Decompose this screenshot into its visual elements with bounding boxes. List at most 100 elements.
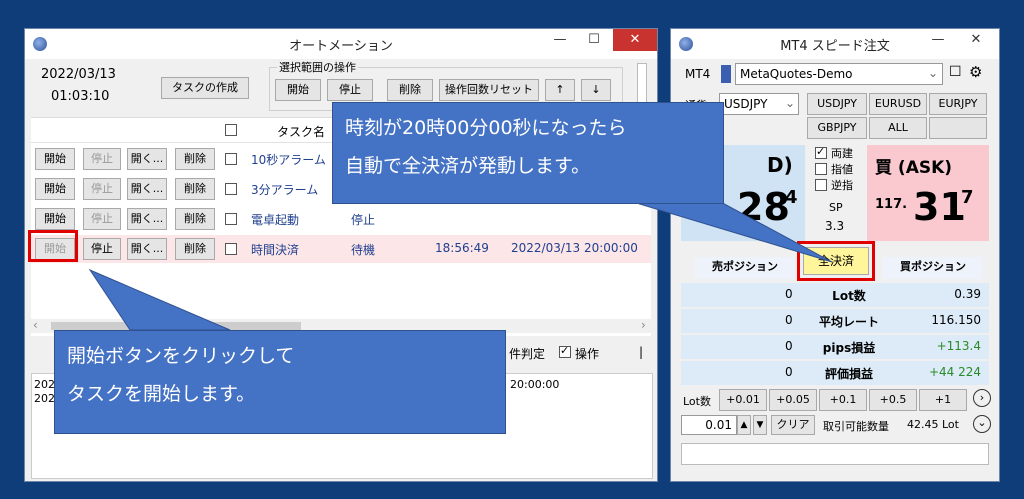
operation-extra: |: [639, 345, 644, 359]
lot-add-0.01-button[interactable]: +0.01: [719, 389, 767, 411]
task-stop-button[interactable]: 停止: [83, 238, 121, 260]
limit-checkbox[interactable]: [815, 163, 827, 175]
mt4-titlebar[interactable]: MT4 スピード注文 — ✕: [671, 29, 999, 59]
callout-bottom-line2: タスクを開始します。: [67, 383, 256, 405]
mt4-close-icon[interactable]: ✕: [959, 29, 993, 51]
table-row[interactable]: 開始 停止 開く... 削除 時間決済 待機 18:56:49 2022/03/13 20:0…: [31, 235, 651, 263]
stat-left-value: 0: [785, 287, 793, 301]
task-open-button[interactable]: 開く...: [127, 178, 167, 200]
stat-right-value: +113.4: [936, 339, 981, 353]
range-delete-button[interactable]: 削除: [387, 79, 433, 101]
lot-up-button[interactable]: ▲: [737, 415, 751, 435]
lot-value: 0.01: [705, 418, 732, 432]
bid-price-main: 28: [737, 185, 790, 229]
lot-add-0.05-button[interactable]: +0.05: [769, 389, 817, 411]
both-label: 両建: [831, 147, 853, 160]
stop-checkbox[interactable]: [815, 179, 827, 191]
close-icon[interactable]: ✕: [613, 29, 657, 51]
pair-eurusd-button[interactable]: EURUSD: [869, 93, 927, 115]
account-color-swatch: [721, 65, 731, 83]
close-all-button[interactable]: 全決済: [803, 247, 869, 275]
task-checkbox[interactable]: [225, 243, 237, 255]
mt4-minimize-icon[interactable]: —: [921, 29, 955, 51]
pair-empty-button[interactable]: [929, 117, 987, 139]
task-start-button[interactable]: 開始: [35, 208, 75, 230]
reset-count-button[interactable]: 操作回数リセット: [439, 79, 539, 101]
create-task-button[interactable]: タスクの作成: [161, 77, 249, 99]
task-name: 10秒アラーム: [251, 153, 326, 167]
pair-eurjpy-button[interactable]: EURJPY: [929, 93, 987, 115]
scroll-thumb[interactable]: [51, 322, 301, 330]
task-checkbox[interactable]: [225, 183, 237, 195]
expand-down-icon[interactable]: ⌄: [973, 415, 991, 433]
lot-label: Lot数: [683, 395, 711, 408]
currency-select[interactable]: USDJPY ⌄: [719, 93, 799, 115]
chevron-right-icon[interactable]: ›: [973, 389, 991, 407]
log-time: 20:00:00: [510, 378, 560, 391]
task-stop-button[interactable]: 停止: [83, 178, 121, 200]
task-open-button[interactable]: 開く...: [127, 208, 167, 230]
pair-all-button[interactable]: ALL: [869, 117, 927, 139]
current-time: 01:03:10: [51, 89, 110, 104]
task-start-button[interactable]: 開始: [35, 148, 75, 170]
maximize-icon[interactable]: ☐: [577, 29, 611, 51]
task-delete-button[interactable]: 削除: [175, 148, 215, 170]
task-checkbox[interactable]: [225, 153, 237, 165]
operation-checkbox[interactable]: [559, 344, 571, 358]
ask-panel[interactable]: 買 (ASK) 117. 31 7: [867, 145, 989, 241]
callout-bottom: 開始ボタンをクリックして タスクを開始します。: [54, 330, 506, 434]
stats-row: 0 pips損益 +113.4: [681, 335, 989, 359]
range-group-label: 選択範囲の操作: [277, 59, 358, 75]
minimize-icon[interactable]: —: [543, 29, 577, 51]
currency-chevron-icon: ⌄: [784, 96, 795, 110]
lot-add-0.1-button[interactable]: +0.1: [819, 389, 867, 411]
gear-icon[interactable]: ⚙: [969, 63, 982, 81]
range-stop-button[interactable]: 停止: [327, 79, 373, 101]
lot-add-0.5-button[interactable]: +0.5: [869, 389, 917, 411]
task-checkbox[interactable]: [225, 213, 237, 225]
range-start-button[interactable]: 開始: [275, 79, 321, 101]
pair-gbpjpy-button[interactable]: GBPJPY: [807, 117, 867, 139]
scroll-right-icon[interactable]: ›: [641, 318, 646, 332]
lot-down-button[interactable]: ▼: [753, 415, 767, 435]
automation-titlebar[interactable]: オートメーション — ☐ ✕: [25, 29, 657, 59]
task-name: 3分アラーム: [251, 183, 319, 197]
limit-label: 指値: [831, 163, 853, 176]
stat-left-value: 0: [785, 339, 793, 353]
window-icon[interactable]: ☐: [949, 64, 962, 80]
log-line: 202: [34, 392, 55, 405]
table-row[interactable]: 開始 停止 開く... 削除 電卓起動 停止: [31, 205, 651, 233]
move-up-button[interactable]: ↑: [545, 79, 575, 101]
mt4-status-input[interactable]: [681, 443, 989, 465]
tradable-label: 取引可能数量: [823, 420, 889, 433]
move-down-button[interactable]: ↓: [581, 79, 611, 101]
task-delete-button[interactable]: 削除: [175, 238, 215, 260]
lot-clear-button[interactable]: クリア: [771, 415, 815, 435]
pair-usdjpy-button[interactable]: USDJPY: [807, 93, 867, 115]
buy-position-button[interactable]: 買ポジション: [883, 257, 983, 279]
task-stop-button[interactable]: 停止: [83, 148, 121, 170]
stat-left-value: 0: [785, 365, 793, 379]
select-all-checkbox[interactable]: [225, 124, 237, 136]
callout-top-line2: 自動で全決済が発動します。: [345, 155, 591, 177]
task-stop-button[interactable]: 停止: [83, 208, 121, 230]
sp-value: 3.3: [825, 219, 845, 233]
both-checkbox[interactable]: [815, 145, 827, 159]
lot-input[interactable]: 0.01: [681, 415, 737, 435]
task-status: 待機: [351, 243, 376, 257]
task-datetime: 2022/03/13 20:00:00: [511, 241, 638, 255]
account-select[interactable]: MetaQuotes-Demo ⌄: [735, 63, 943, 85]
task-delete-button[interactable]: 削除: [175, 208, 215, 230]
stat-right-value: +44 224: [928, 365, 981, 379]
stat-right-value: 116.150: [931, 313, 981, 327]
ask-price-main: 31: [913, 185, 966, 229]
task-delete-button[interactable]: 削除: [175, 178, 215, 200]
account-value: MetaQuotes-Demo: [740, 67, 853, 81]
stat-label: Lot数: [832, 289, 866, 303]
sell-position-button[interactable]: 売ポジション: [695, 257, 795, 279]
lot-add-1-button[interactable]: +1: [919, 389, 967, 411]
task-start-button[interactable]: 開始: [35, 178, 75, 200]
task-open-button[interactable]: 開く...: [127, 238, 167, 260]
scroll-left-icon[interactable]: ‹: [33, 318, 38, 332]
task-open-button[interactable]: 開く...: [127, 148, 167, 170]
